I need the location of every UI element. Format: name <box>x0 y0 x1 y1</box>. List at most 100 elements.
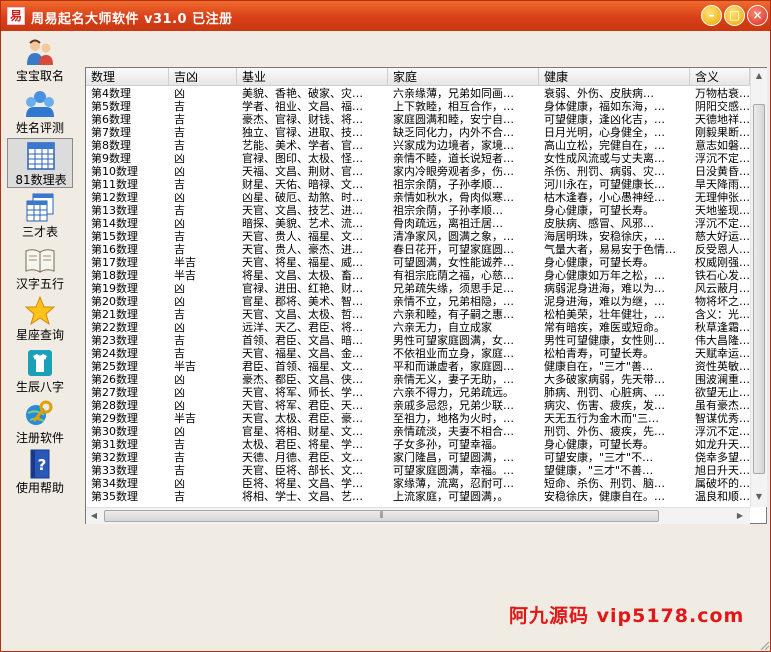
table-row[interactable]: 第16数理 吉 天官、贵人、豪杰、进… 春日花开，可望家庭圆… 气量大者，易易安于色情…… <box>86 243 750 256</box>
table-cell: 半吉 <box>174 412 196 425</box>
table-row[interactable]: 第8数理 吉 艺能、美术、学者、官… 兴家成为边境者，家境… 高山立松，完健自在，… 意志… <box>86 139 750 152</box>
table-cell: 第29数理 <box>91 412 138 425</box>
table-row[interactable]: 第12数理 凶 凶星、破厄、劫煞、时… 亲情如秋水，骨肉似寒… 枯木逢春，小心愚神经… 无… <box>86 191 750 204</box>
close-button[interactable]: × <box>747 5 768 26</box>
table-row[interactable]: 第29数理 半吉 天官、太极、君臣、豪… 至祖力，地格为火时，… 天无五行为金木而"三…… <box>86 412 750 425</box>
star-icon <box>24 296 56 326</box>
table-row[interactable]: 第14数理 凶 暗探、美貌、艺术、流… 骨肉疏远，离祖迁居… 皮肤病、感冒、风邪… 浮沉不… <box>86 217 750 230</box>
table-cell: 凶星、破厄、劫煞、时… <box>242 191 363 204</box>
svg-text:?: ? <box>38 456 47 474</box>
table-row[interactable]: 第30数理 凶 官星、将相、财星、文… 亲情疏淡，夫妻不相合… 刑罚、外伤、疲疾，先… 浮… <box>86 425 750 438</box>
table-row[interactable]: 第20数理 凶 官星、郡将、美术、智… 亲情不立，兄弟相隐，… 泥身进海，难以为继，… 物… <box>86 295 750 308</box>
table-cell: 望健康，"三才"不善… <box>544 464 654 477</box>
table-cell: 伟大昌隆之… <box>695 334 750 347</box>
table-row[interactable]: 第35数理 吉 将相、学士、文昌、艺… 上流家庭，可望圆满，。 安稳徐庆，健康自在。… 温… <box>86 490 750 503</box>
sidebar-item-help[interactable]: ? 使用帮助 <box>7 447 73 497</box>
tshirt-icon <box>28 350 52 376</box>
sidebar-item-baby-naming[interactable]: 宝宝取名 <box>7 35 73 85</box>
table-cell: 安稳徐庆，健康自在。… <box>544 490 665 503</box>
table-cell: 第4数理 <box>91 87 131 100</box>
table-cell: 吉 <box>174 308 185 321</box>
table-cell: 第25数理 <box>91 360 138 373</box>
scroll-left-button[interactable]: ◀ <box>86 508 102 524</box>
table-row[interactable]: 第18数理 半吉 将星、文昌、太极、畜… 有祖宗庇荫之福，心慈… 身心健康如万年之松，…… <box>86 269 750 282</box>
column-header-shuli[interactable]: 数理 <box>86 68 169 86</box>
table-row[interactable]: 第9数理 凶 官禄、图印、太极、怪… 亲情不睦，道长说短者… 女性成风流或与丈夫离… 浮沉… <box>86 152 750 165</box>
table-cell: 第28数理 <box>91 399 138 412</box>
table-row[interactable]: 第22数理 凶 远洋、天乙、君臣、将… 六亲无力，自立成家 常有暗疾，难医或短命。 秋草逢… <box>86 321 750 334</box>
table-cell: 短命、杀伤、刑罚、脑… <box>544 477 665 490</box>
sidebar-item-name-eval[interactable]: 姓名评测 <box>7 87 73 137</box>
table-cell: 吉 <box>174 178 185 191</box>
table-cell: 天官、将军、君臣、天… <box>242 399 363 412</box>
table-row[interactable]: 第33数理 吉 天官、臣将、部长、文… 可望家庭圆满，幸福。… 望健康，"三才"不善… 旭… <box>86 464 750 477</box>
table-row[interactable]: 第34数理 凶 臣将、将星、文昌、学… 家缘薄，流离，忍耐可… 短命、杀伤、刑罚、脑… 属… <box>86 477 750 490</box>
sidebar-item-star-sign[interactable]: 星座查询 <box>7 294 73 344</box>
sidebar-item-register[interactable]: 注册软件 <box>7 397 73 447</box>
table-cell: 皮肤病、感冒、风邪… <box>544 217 654 230</box>
table-row[interactable]: 第24数理 吉 天官、福星、文昌、金… 不依祖业而立身，家庭… 松柏青寿，可望长寿。 天赋… <box>86 347 750 360</box>
table-cell: 凶 <box>174 477 185 490</box>
table-row[interactable]: 第7数理 吉 独立、官禄、进取、技… 缺乏同化力，内外不合… 日月光明，心身健全，… 刚毅… <box>86 126 750 139</box>
table-cell: 日月光明，心身健全，… <box>544 126 665 139</box>
table-cell: 天官、贵人、豪杰、进… <box>242 243 363 256</box>
table-cell: 天地鉴现… <box>695 204 750 217</box>
maximize-button[interactable]: □ <box>724 5 745 26</box>
table-row[interactable]: 第4数理 凶 美貌、香艳、破家、灾… 六亲缘薄，兄弟如同画… 衰弱、外伤、皮肤病… 万物枯… <box>86 87 750 100</box>
table-cell: 平和而谦虚者，家庭圆… <box>393 360 514 373</box>
table-cell: 意志如磐石… <box>695 139 750 152</box>
table-row[interactable]: 第31数理 吉 太极、君臣、将星、学… 子女多孙，可望幸福。 身心健康，可望长寿。 如龙升… <box>86 438 750 451</box>
table-cell: 官星、将相、财星、文… <box>242 425 363 438</box>
sidebar-item-char-wuxing[interactable]: 汉字五行 <box>7 243 73 293</box>
column-header-jiankang[interactable]: 健康 <box>539 68 690 86</box>
table-row[interactable]: 第27数理 凶 天官、将军、师长、学… 六亲不得力，兄弟疏远。 肺病、刑罚、心脏病、… 欲… <box>86 386 750 399</box>
table-row[interactable]: 第5数理 吉 学者、祖业、文昌、福… 上下敦睦，相互合作，… 身体健康，福如东海，… 阴阳… <box>86 100 750 113</box>
sidebar-item-three-talents[interactable]: 三才表 <box>7 191 73 241</box>
table-row[interactable]: 第19数理 凶 官禄、进田、红艳、财… 兄弟疏失缘，须思手足… 病弱泥身进海，难以为… 风… <box>86 282 750 295</box>
table-row[interactable]: 第17数理 半吉 天官、将星、福星、威… 可望圆满，女性能诚养… 身心健康，可望长寿。 权… <box>86 256 750 269</box>
column-header-hanyi[interactable]: 含义 <box>690 68 750 86</box>
horizontal-scrollbar[interactable]: ◀ ⦀ ▶ <box>86 507 750 524</box>
table-row[interactable]: 第32数理 吉 天德、月德、君臣、文… 家门隆昌，可望圆满，… 可望安康，"三才"不… 侥… <box>86 451 750 464</box>
table-cell: 天福、文昌、荆财、官… <box>242 165 363 178</box>
table-cell: 家缘薄，流离，忍耐可… <box>393 477 514 490</box>
table-cell: 女性成风流或与丈夫离… <box>544 152 665 165</box>
table-cell: 反受恩人… <box>695 243 750 256</box>
scroll-down-button[interactable]: ▼ <box>751 489 767 505</box>
vertical-scrollbar[interactable]: ▲ ▼ <box>750 68 767 507</box>
table-cell: 天官、文昌、太极、哲… <box>242 308 363 321</box>
title-bar[interactable]: 易 周易起名大师软件 v31.0 已注册 – □ × <box>1 1 770 31</box>
table-cell: 第21数理 <box>91 308 138 321</box>
table-row[interactable]: 第26数理 凶 豪杰、都臣、文昌、侠… 亲情无义，妻子无助，… 大多破家病弱，先天带… 围… <box>86 373 750 386</box>
column-header-jiye[interactable]: 基业 <box>237 68 388 86</box>
table-cell: 半吉 <box>174 360 196 373</box>
horizontal-scroll-thumb[interactable]: ⦀ <box>104 510 659 522</box>
table-cell: 男性可望家庭圆满，女… <box>393 334 514 347</box>
table-row[interactable]: 第10数理 凶 天福、文昌、荆财、官… 家内冷眼旁观者多，伤… 杀伤、刑罚、病弱、灾… 日… <box>86 165 750 178</box>
table-cell: 身心健康，可望长寿。 <box>544 438 654 451</box>
table-row[interactable]: 第23数理 吉 首领、君臣、文昌、暗… 男性可望家庭圆满，女… 男性可望健康，女性则… 伟… <box>86 334 750 347</box>
table-row[interactable]: 第6数理 吉 豪杰、官禄、财钱、将… 家庭圆满和睦，安宁自… 可望健康，逢凶化吉，… 天德… <box>86 113 750 126</box>
vertical-scroll-thumb[interactable] <box>753 104 765 474</box>
table-row[interactable]: 第13数理 吉 天官、文昌、技艺、进… 祖宗余荫，子孙孝顺… 身心健康，可望长寿。 天地鉴… <box>86 204 750 217</box>
table-cell: 杀伤、刑罚、病弱、灾… <box>544 165 665 178</box>
sidebar-item-bazi[interactable]: 生辰八字 <box>7 346 73 396</box>
table-cell: 吉 <box>174 347 185 360</box>
minimize-button[interactable]: – <box>701 5 722 26</box>
sidebar-item-label: 宝宝取名 <box>15 69 64 83</box>
scroll-right-button[interactable]: ▶ <box>732 508 748 524</box>
table-row[interactable]: 第25数理 半吉 君臣、首领、福星、文… 平和而谦虚者，家庭圆… 健康自在，"三才"善…… <box>86 360 750 373</box>
table-row[interactable]: 第15数理 吉 天官、贵人、福星、文… 清净家风，圆满之象，… 海居明珠，安稳徐庆，… 慈… <box>86 230 750 243</box>
table-row[interactable]: 第21数理 吉 天官、文昌、太极、哲… 六亲和睦，有子嗣之惠… 松柏美荣，壮年健壮，… 含… <box>86 308 750 321</box>
open-book-icon <box>25 249 55 273</box>
table-cell: 官禄、图印、太极、怪… <box>242 152 363 165</box>
table-cell: 海居明珠，安稳徐庆，… <box>544 230 665 243</box>
scroll-up-button[interactable]: ▲ <box>751 68 767 84</box>
table-row[interactable]: 第28数理 凶 天官、将军、君臣、天… 亲戚多忌怨，兄弟少联… 病灾、伤害、疲疾，发… 虽… <box>86 399 750 412</box>
sidebar-item-81-table[interactable]: 81数理表 <box>7 138 73 188</box>
column-header-jixiong[interactable]: 吉凶 <box>169 68 237 86</box>
table-row[interactable]: 第11数理 吉 财星、天佑、暗禄、文… 祖宗余荫，子孙孝顺… 河川永在，可望健康长… 旱天… <box>86 178 750 191</box>
sidebar-item-label: 姓名评测 <box>15 121 64 135</box>
resize-grip-icon[interactable] <box>758 639 770 651</box>
column-header-jiating[interactable]: 家庭 <box>388 68 539 86</box>
